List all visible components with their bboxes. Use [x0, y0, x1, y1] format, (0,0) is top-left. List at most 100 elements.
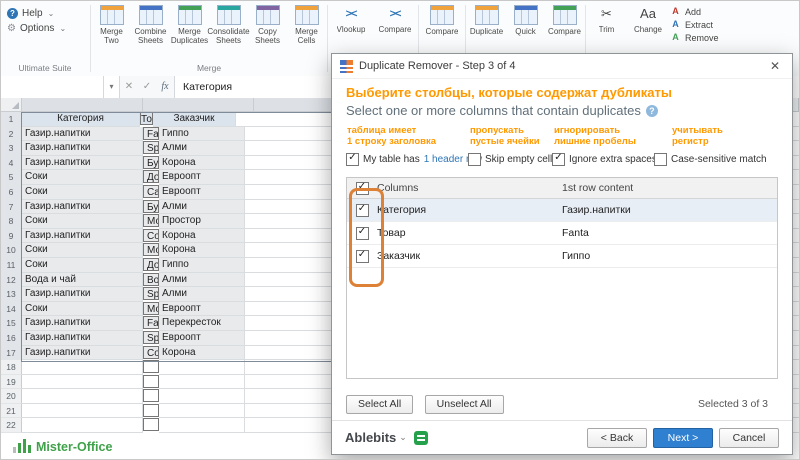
row-number[interactable]: 6	[1, 185, 22, 200]
cell[interactable]: Моя семья	[143, 302, 159, 315]
cell[interactable]: Соки	[22, 185, 143, 200]
column-checkbox[interactable]	[356, 227, 369, 240]
cell[interactable]	[159, 418, 245, 433]
cell[interactable]	[22, 404, 143, 419]
ribbon-small-button[interactable]: A Remove	[670, 32, 719, 43]
row-number[interactable]: 19	[1, 375, 22, 390]
row-number[interactable]: 2	[1, 127, 22, 142]
ribbon-button[interactable]: Compare	[545, 5, 584, 45]
name-box-dropdown-icon[interactable]: ▾	[104, 76, 120, 98]
cell[interactable]: Алми	[159, 200, 245, 215]
cell[interactable]: Соки	[22, 302, 143, 317]
column-checkbox[interactable]	[356, 204, 369, 217]
row-number[interactable]: 16	[1, 331, 22, 346]
cell[interactable]: Добрый экзотик	[143, 170, 159, 183]
ribbon-button[interactable]: ConsolidateSheets	[209, 5, 248, 45]
close-icon[interactable]: ✕	[766, 59, 784, 73]
name-box[interactable]	[1, 76, 104, 98]
ribbon-button[interactable]: CopySheets	[248, 5, 287, 45]
option-skip-empty-cells[interactable]: Skip empty cells	[468, 153, 557, 166]
cell[interactable]: Вода и чай	[22, 273, 143, 288]
trim-button[interactable]: ✂ Trim	[587, 5, 626, 43]
row-number[interactable]: 9	[1, 229, 22, 244]
cell[interactable]	[143, 360, 159, 373]
next-button[interactable]: Next >	[653, 428, 713, 448]
cell[interactable]	[22, 360, 143, 375]
help-circle-icon[interactable]: ?	[646, 105, 658, 117]
row-number[interactable]: 20	[1, 389, 22, 404]
ribbon-button[interactable]: MergeCells	[287, 5, 326, 45]
cell[interactable]: Соки	[22, 170, 143, 185]
row-number[interactable]: 11	[1, 258, 22, 273]
cell[interactable]: Корона	[159, 243, 245, 258]
unselect-all-button[interactable]: Unselect All	[425, 395, 504, 414]
row-number[interactable]: 7	[1, 200, 22, 215]
select-all-button[interactable]: Select All	[346, 395, 413, 414]
cell[interactable]: Sprite	[143, 331, 159, 344]
cell[interactable]: Coca-Cola Light	[143, 346, 159, 359]
cell[interactable]: Газир.напитки	[22, 316, 143, 331]
ribbon-small-button[interactable]: A Add	[670, 6, 719, 17]
cancel-icon[interactable]: ✕	[120, 76, 138, 98]
cell[interactable]: Моя семья	[143, 214, 159, 227]
cell[interactable]: Fanta	[143, 316, 159, 329]
ribbon-button[interactable]: MergeDuplicates	[170, 5, 209, 45]
cell[interactable]	[143, 418, 159, 431]
row-number[interactable]: 15	[1, 316, 22, 331]
cell[interactable]	[22, 389, 143, 404]
row-number[interactable]: 18	[1, 360, 22, 375]
cell[interactable]: Корона	[159, 156, 245, 171]
cell[interactable]	[22, 418, 143, 433]
checkbox-icon[interactable]	[654, 153, 667, 166]
cell[interactable]: Буратино	[143, 200, 159, 213]
cell[interactable]: Sprite	[143, 287, 159, 300]
row-number[interactable]: 17	[1, 346, 22, 361]
cell[interactable]: Гиппо	[159, 127, 245, 142]
checkbox-icon[interactable]	[346, 153, 359, 166]
select-all-corner[interactable]	[1, 98, 22, 112]
cell[interactable]	[143, 375, 159, 388]
cell[interactable]: Caprice	[143, 185, 159, 198]
checkbox-icon[interactable]	[468, 153, 481, 166]
enter-icon[interactable]: ✓	[138, 76, 156, 98]
column-header[interactable]	[22, 98, 143, 112]
cell[interactable]: Соки	[22, 243, 143, 258]
cell[interactable]: Газир.напитки	[22, 200, 143, 215]
ribbon-button[interactable]: Quick	[506, 5, 545, 45]
cell[interactable]: Алми	[159, 287, 245, 302]
row-number[interactable]: 4	[1, 156, 22, 171]
cell[interactable]: Евроопт	[159, 185, 245, 200]
options-menu[interactable]: ⚙ Options	[1, 21, 89, 36]
column-list-item[interactable]: Заказчик Гиппо	[347, 245, 777, 268]
ablebits-brand-menu[interactable]: Ablebits	[345, 430, 407, 445]
row-number[interactable]: 21	[1, 404, 22, 419]
option-ignore-extra-spaces[interactable]: Ignore extra spaces	[552, 153, 657, 166]
insert-function-icon[interactable]: fx	[156, 76, 174, 98]
cell[interactable]: Алми	[159, 141, 245, 156]
ribbon-button[interactable]: >< Compare	[373, 5, 417, 43]
cancel-button[interactable]: Cancel	[719, 428, 779, 448]
row-number[interactable]: 3	[1, 141, 22, 156]
column-header[interactable]	[254, 98, 340, 112]
select-all-checkbox[interactable]	[356, 182, 369, 195]
cell[interactable]: Газир.напитки	[22, 141, 143, 156]
cell[interactable]: Fanta	[143, 127, 159, 140]
cell[interactable]: Добрый виноград	[143, 258, 159, 271]
cell[interactable]: Моя семья	[143, 243, 159, 256]
checkbox-icon[interactable]	[552, 153, 565, 166]
change-button[interactable]: Aa Change	[626, 5, 670, 43]
column-list-item[interactable]: Категория Газир.напитки	[347, 199, 777, 222]
row-number[interactable]: 12	[1, 273, 22, 288]
option-case-sensitive-match[interactable]: Case-sensitive match	[654, 153, 767, 166]
row-number[interactable]: 22	[1, 418, 22, 433]
back-button[interactable]: < Back	[587, 428, 647, 448]
cell[interactable]: Корона	[159, 229, 245, 244]
cell[interactable]: Корона	[159, 346, 245, 361]
cell[interactable]: Алми	[159, 273, 245, 288]
ribbon-button[interactable]: >< Vlookup	[329, 5, 373, 43]
cell[interactable]: Гиппо	[159, 258, 245, 273]
cell[interactable]	[159, 389, 245, 404]
cell[interactable]: Евроопт	[159, 170, 245, 185]
cell[interactable]: Газир.напитки	[22, 331, 143, 346]
cell[interactable]: Газир.напитки	[22, 287, 143, 302]
